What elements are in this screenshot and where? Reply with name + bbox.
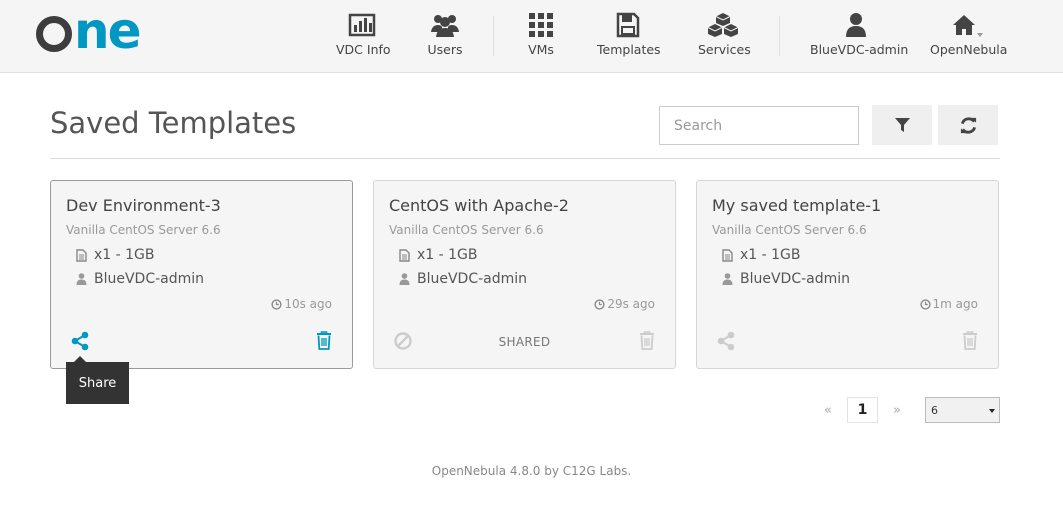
nav-vdc-info[interactable]: VDC Info (336, 12, 391, 62)
file-icon (75, 248, 87, 262)
filter-icon (894, 117, 910, 132)
page-size-select[interactable]: 6 (925, 397, 1000, 423)
template-title: My saved template-1 (712, 196, 882, 215)
user-icon (846, 13, 866, 37)
refresh-button[interactable] (938, 105, 998, 145)
template-capacity: x1 - 1GB (398, 247, 478, 263)
nav-vms-label: VMs (528, 42, 554, 57)
search-input[interactable] (659, 106, 859, 145)
nav-zone-menu[interactable]: OpenNebula (930, 12, 1008, 62)
bar-chart-icon (348, 13, 376, 37)
header-divider (50, 158, 1000, 159)
template-time-text: 29s ago (607, 297, 655, 311)
nav-user-menu[interactable]: BlueVDC-admin (810, 12, 909, 62)
template-card[interactable]: Dev Environment-3 Vanilla CentOS Server … (50, 180, 353, 369)
file-icon (721, 248, 733, 262)
template-owner-text: BlueVDC-admin (94, 271, 205, 287)
nav-vdc-info-label: VDC Info (336, 42, 391, 57)
user-icon (76, 273, 86, 285)
nav-users[interactable]: Users (424, 12, 466, 62)
nav-zone-label: OpenNebula (930, 42, 1008, 57)
template-owner: BlueVDC-admin (398, 271, 527, 287)
template-timestamp: 10s ago (271, 297, 332, 311)
floppy-disk-icon (616, 12, 640, 38)
clock-icon (271, 298, 282, 310)
top-navigation-bar: ne VDC Info Users VMs Templates Services… (0, 0, 1063, 73)
footer-text: OpenNebula 4.8.0 by C12G Labs. (431, 464, 632, 478)
template-card[interactable]: My saved template-1 Vanilla CentOS Serve… (696, 180, 999, 369)
user-icon (399, 273, 409, 285)
pagination-prev[interactable]: « (817, 397, 839, 423)
template-owner: BlueVDC-admin (75, 271, 204, 287)
nav-templates-label: Templates (597, 42, 661, 57)
trash-icon (317, 331, 331, 350)
template-card[interactable]: CentOS with Apache-2 Vanilla CentOS Serv… (373, 180, 676, 369)
refresh-icon (960, 116, 976, 134)
grid-icon (529, 13, 553, 37)
template-time-text: 10s ago (284, 297, 332, 311)
user-icon (722, 273, 732, 285)
nav-vms[interactable]: VMs (524, 12, 558, 62)
file-icon (398, 248, 410, 262)
share-button[interactable] (716, 331, 736, 355)
trash-icon (640, 331, 654, 350)
delete-button[interactable] (316, 331, 332, 354)
users-icon (431, 15, 459, 37)
nav-user-label: BlueVDC-admin (810, 42, 909, 57)
share-icon (71, 331, 89, 351)
template-timestamp: 29s ago (594, 297, 655, 311)
page-size-value: 6 (931, 403, 938, 417)
nav-services[interactable]: Services (698, 12, 751, 62)
clock-icon (919, 298, 931, 310)
template-timestamp: 1m ago (919, 297, 978, 311)
template-owner-text: BlueVDC-admin (740, 271, 851, 287)
nav-divider (493, 16, 494, 56)
template-owner-text: BlueVDC-admin (417, 271, 528, 287)
delete-button[interactable] (639, 331, 655, 354)
template-capacity: x1 - 1GB (721, 247, 801, 263)
template-owner: BlueVDC-admin (721, 271, 850, 287)
pagination-next[interactable]: » (886, 397, 908, 423)
template-capacity-text: x1 - 1GB (740, 247, 801, 263)
nav-users-label: Users (427, 42, 463, 57)
template-title: Dev Environment-3 (66, 196, 221, 215)
share-button[interactable] (70, 331, 90, 355)
template-title: CentOS with Apache-2 (389, 196, 569, 215)
delete-button[interactable] (962, 331, 978, 354)
cubes-icon (707, 13, 739, 37)
clock-icon (594, 298, 605, 310)
template-capacity-text: x1 - 1GB (94, 247, 155, 263)
share-icon (717, 331, 735, 351)
home-icon (953, 15, 983, 37)
template-capacity: x1 - 1GB (75, 247, 155, 263)
template-subtitle: Vanilla CentOS Server 6.6 (66, 223, 221, 237)
logo-o-mark (36, 16, 72, 52)
shared-status: SHARED (498, 335, 551, 349)
template-subtitle: Vanilla CentOS Server 6.6 (712, 223, 867, 237)
trash-icon (963, 331, 977, 350)
template-time-text: 1m ago (932, 297, 978, 311)
share-tooltip: Share (66, 356, 129, 404)
filter-button[interactable] (872, 105, 932, 145)
template-subtitle: Vanilla CentOS Server 6.6 (389, 223, 544, 237)
template-capacity-text: x1 - 1GB (417, 247, 478, 263)
page-title: Saved Templates (50, 106, 297, 140)
nav-services-label: Services (698, 42, 751, 57)
logo-ne-text: ne (74, 2, 142, 60)
pagination-current-page[interactable]: 1 (847, 397, 878, 423)
nav-divider (779, 16, 780, 56)
nav-templates[interactable]: Templates (597, 12, 661, 62)
chevron-down-icon (989, 409, 995, 413)
